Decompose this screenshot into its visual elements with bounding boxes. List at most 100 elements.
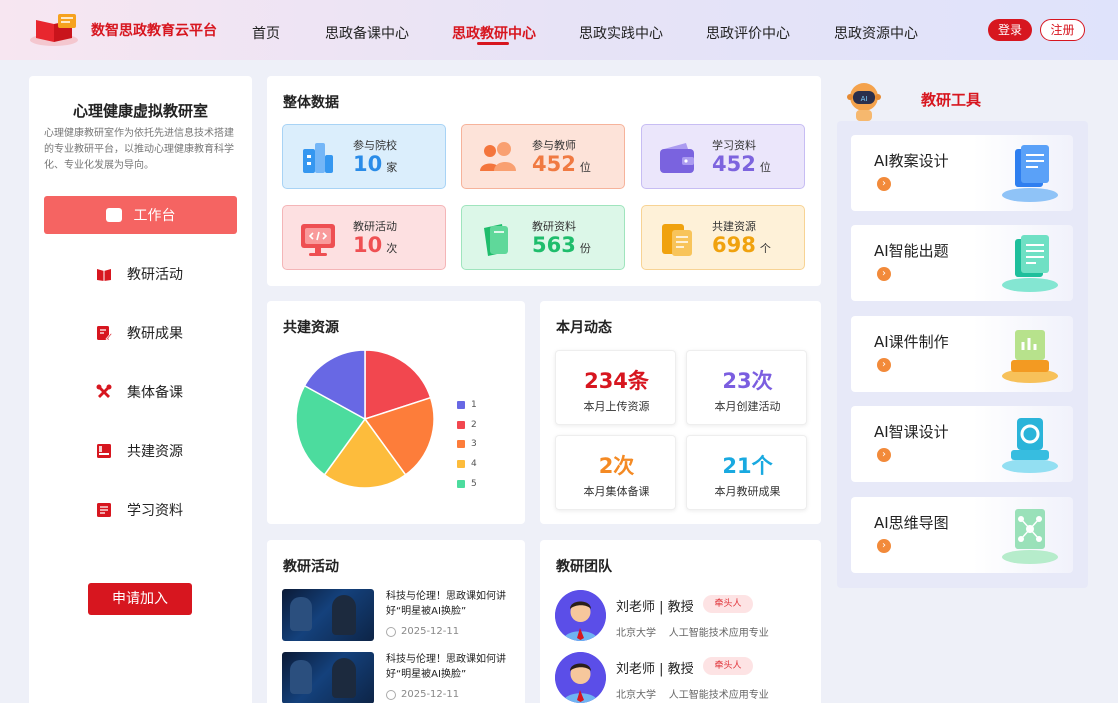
edit-document-icon [97, 326, 113, 341]
stat-value: 563 份 [532, 233, 591, 257]
avatar [555, 652, 606, 703]
stat-label: 教研资料 [532, 220, 576, 233]
tools-title: 教研工具 [921, 91, 982, 109]
monitor-code-icon [301, 224, 335, 256]
stat-card-schools: 参与院校 10 家 [282, 124, 446, 189]
tool-name: AI课件制作 [874, 333, 949, 351]
monthly-value: 2次 [598, 454, 635, 478]
document-stack-icon [662, 224, 692, 256]
smart-quiz-icon [1002, 235, 1058, 292]
section-title: 本月动态 [556, 320, 612, 336]
section-title: 共建资源 [283, 320, 339, 336]
stat-label: 学习资料 [712, 139, 756, 152]
monthly-label: 本月教研成果 [714, 485, 781, 498]
clock-icon [386, 689, 396, 700]
legend-item: 1 [457, 400, 477, 410]
menu-label: 集体备课 [127, 385, 183, 401]
register-button[interactable]: 注册 [1040, 19, 1085, 41]
teachers-group-icon [480, 142, 516, 171]
workbench-button[interactable]: 工作台 [44, 196, 237, 234]
workbench-icon [105, 208, 122, 222]
legend-item: 3 [457, 439, 477, 449]
monthly-stat-box: 23次 本月创建活动 [686, 350, 807, 425]
stat-value: 452 位 [712, 152, 771, 176]
folder-book-icon [484, 224, 508, 256]
menu-item-activities[interactable]: 教研活动 [95, 262, 183, 286]
stat-value: 10 次 [353, 233, 398, 257]
nav-home[interactable]: 首页 [252, 23, 280, 43]
stat-card-activities: 教研活动 10 次 [282, 205, 446, 270]
avatar [555, 590, 606, 641]
robot-mascot-icon: AI [847, 83, 881, 121]
menu-item-achievements[interactable]: 教研成果 [95, 321, 183, 345]
nav-resources[interactable]: 思政资源中心 [834, 23, 918, 43]
menu-item-collective-prep[interactable]: 集体备课 [95, 380, 183, 404]
activity-item[interactable]: 科技与伦理！思政课如何讲好“明星被AI换脸” 2025-12-11 [282, 589, 522, 641]
team-member[interactable]: 刘老师 | 教授 牵头人 北京大学 人工智能技术应用专业 [555, 652, 815, 703]
leader-badge: 牵头人 [703, 595, 753, 613]
team-panel: 教研团队 刘老师 | 教授 牵头人 北京大学 人工智能技术应用专业 刘老师 | … [540, 540, 821, 703]
activity-item[interactable]: 科技与伦理！思政课如何讲好“明星被AI换脸” 2025-12-11 [282, 652, 522, 703]
resource-book-icon [97, 444, 111, 458]
brand-name: 数智思政教育云平台 [91, 23, 217, 39]
activity-title: 科技与伦理！思政课如何讲好“明星被AI换脸” [386, 591, 506, 617]
legend-item: 2 [457, 420, 477, 430]
apply-join-button[interactable]: 申请加入 [88, 583, 192, 615]
tool-name: AI思维导图 [874, 514, 949, 532]
leader-badge: 牵头人 [703, 657, 753, 675]
stat-value: 698 个 [712, 233, 771, 257]
tool-smart-course[interactable]: AI智课设计 › [851, 406, 1073, 482]
section-title: 整体数据 [283, 95, 339, 111]
stat-card-research-materials: 教研资料 563 份 [461, 205, 625, 270]
tool-lesson-plan[interactable]: AI教案设计 › [851, 135, 1073, 211]
legend-item: 5 [457, 479, 477, 489]
monthly-value: 23次 [722, 369, 773, 393]
tool-name: AI教案设计 [874, 152, 949, 170]
tool-mind-map[interactable]: AI思维导图 › [851, 497, 1073, 573]
activity-date: 2025-12-11 [386, 689, 459, 700]
arrow-right-icon: › [877, 267, 891, 281]
document-icon [97, 503, 111, 517]
resource-pie-chart [295, 349, 435, 489]
activity-thumbnail [282, 652, 374, 703]
stat-label: 教研活动 [353, 220, 397, 233]
monthly-stat-box: 2次 本月集体备课 [555, 435, 676, 510]
menu-item-study-materials[interactable]: 学习资料 [95, 498, 183, 522]
monthly-stat-box: 234条 本月上传资源 [555, 350, 676, 425]
nav-evaluation[interactable]: 思政评价中心 [706, 23, 790, 43]
tools-cross-icon [96, 384, 112, 398]
menu-label: 学习资料 [127, 503, 183, 519]
active-nav-indicator [477, 42, 509, 45]
overall-data-panel: 整体数据 参与院校 10 家 参与教师 452 位 学习资料 452 位 教研活动 1… [267, 76, 821, 286]
tool-smart-quiz[interactable]: AI智能出题 › [851, 225, 1073, 301]
team-member[interactable]: 刘老师 | 教授 牵头人 北京大学 人工智能技术应用专业 [555, 590, 815, 642]
svg-text:AI: AI [861, 95, 868, 103]
book-icon [97, 269, 111, 281]
tool-courseware[interactable]: AI课件制作 › [851, 316, 1073, 392]
monthly-stats-panel: 本月动态 234条 本月上传资源 23次 本月创建活动 2次 本月集体备课 21… [540, 301, 821, 524]
login-button[interactable]: 登录 [988, 19, 1032, 41]
stat-label: 参与教师 [532, 139, 576, 152]
stat-card-teachers: 参与教师 452 位 [461, 124, 625, 189]
nav-practice[interactable]: 思政实践中心 [579, 23, 663, 43]
monthly-value: 234条 [584, 369, 649, 393]
nav-lesson-prep[interactable]: 思政备课中心 [325, 23, 409, 43]
section-title: 教研团队 [556, 559, 612, 575]
menu-label: 教研成果 [127, 326, 183, 342]
menu-label: 教研活动 [127, 267, 183, 283]
stat-card-study-materials: 学习资料 452 位 [641, 124, 805, 189]
stat-value: 452 位 [532, 152, 591, 176]
nav-teaching-research[interactable]: 思政教研中心 [452, 23, 536, 43]
menu-item-shared-resources[interactable]: 共建资源 [95, 439, 183, 463]
stat-value: 10 家 [353, 152, 398, 176]
stat-card-shared-resources: 共建资源 698 个 [641, 205, 805, 270]
smart-course-icon [1002, 418, 1058, 473]
monthly-label: 本月集体备课 [583, 485, 650, 498]
activity-thumbnail [282, 589, 374, 641]
arrow-right-icon: › [877, 539, 891, 553]
member-info: 北京大学 人工智能技术应用专业 [616, 690, 769, 701]
wallet-icon [660, 143, 694, 173]
legend-item: 4 [457, 459, 477, 469]
school-building-icon [303, 143, 333, 173]
workbench-label: 工作台 [133, 208, 176, 224]
